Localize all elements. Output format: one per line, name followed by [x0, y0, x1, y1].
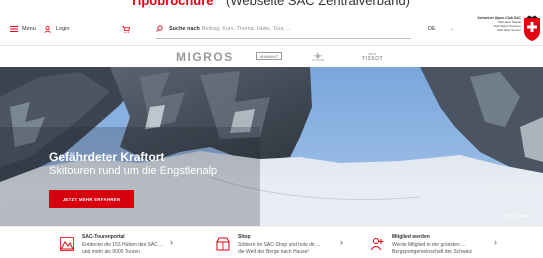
card-title: Shop — [238, 234, 251, 240]
member-icon — [370, 238, 384, 251]
menu-button[interactable]: Menu — [10, 12, 36, 46]
search-placeholder: Beitrag, Kurs, Thema, Hütte, Tour, ... — [201, 25, 291, 32]
sponsor-bar: MIGROS MAMMUT LOTTERIE RSD TISSOT — [0, 46, 543, 67]
sponsor-mammut-logo[interactable]: MAMMUT — [256, 52, 283, 60]
search-icon — [156, 25, 163, 32]
sponsor-tissot-logo[interactable]: RSD TISSOT — [362, 46, 383, 67]
photo-credit: © Iris Kürschner — [503, 213, 532, 218]
card-text: Entdecke die 153 Hütten des SAC ... — [82, 242, 164, 248]
chevron-right-icon: › — [494, 237, 497, 247]
sponsor-tissot-name: TISSOT — [362, 55, 384, 62]
org-line-4: Club Alpin Svizzer — [496, 28, 521, 32]
card-text: Stöbere im SAC-Shop und hole dir ... — [238, 242, 321, 248]
cart-button[interactable] — [122, 12, 130, 46]
sponsor-migros-logo[interactable]: MIGROS — [176, 46, 234, 67]
leaf-logo-icon — [313, 51, 324, 59]
quicklinks-strip: SAC-Tourenportal Entdecke die 153 Hütten… — [0, 226, 543, 258]
card-text: die Welt der Berge nach Hause! — [238, 249, 309, 255]
card-text: und mehr als 9000 Touren — [82, 249, 141, 255]
user-icon — [44, 25, 51, 33]
caption-text: (Webseite SAC Zentralverband) — [226, 0, 411, 8]
login-label: Login — [56, 26, 70, 32]
search-field[interactable]: Suche nach Beitrag, Kurs, Thema, Hütte, … — [156, 19, 411, 39]
hero-cta-button[interactable]: JETZT MEHR ERFAHREN — [49, 190, 134, 208]
hero-banner[interactable]: Gefährdeter Kraftort Skitouren rund um d… — [0, 67, 543, 226]
chevron-down-icon: ⌄ — [449, 26, 455, 32]
card-title: Mitglied werden — [392, 234, 430, 240]
menu-label: Menu — [22, 26, 36, 32]
cart-icon — [122, 25, 130, 33]
page: Tipobrochure (Webseite SAC Zentralverban… — [0, 0, 543, 258]
card-title: SAC-Tourenportal — [82, 234, 125, 240]
hero-subtitle: Skitouren rund um die Engstlenalp — [49, 165, 218, 177]
shop-box-icon — [216, 237, 230, 251]
caption-band: Tipobrochure (Webseite SAC Zentralverban… — [0, 0, 543, 12]
sac-crest-logo[interactable] — [523, 15, 541, 42]
caption-red-text: Tipobrochure — [130, 0, 214, 8]
org-name: Schweizer Alpen-Club SAC Club Alpin Suis… — [469, 16, 521, 32]
login-button[interactable]: Login — [44, 12, 69, 46]
hamburger-icon — [10, 26, 18, 32]
sponsor-lotterie-logo[interactable]: LOTTERIE — [312, 46, 324, 67]
language-value: DE — [428, 26, 436, 32]
search-label: Suche nach — [169, 25, 200, 32]
chevron-right-icon: › — [340, 237, 343, 247]
chevron-right-icon: › — [170, 237, 173, 247]
sponsor-lotterie-text: LOTTERIE — [312, 58, 325, 62]
mountain-map-icon — [60, 237, 74, 251]
card-text: Werde Mitglied in der grössten ... — [392, 242, 466, 248]
site-header: Menu Login Suche nach Beitrag, Kurs, The… — [0, 12, 543, 46]
card-text: Bergsportgemeinschaft der Schweiz — [392, 249, 473, 255]
hero-title: Gefährdeter Kraftort — [49, 150, 165, 164]
language-select[interactable]: DE ⌄ — [428, 12, 454, 46]
